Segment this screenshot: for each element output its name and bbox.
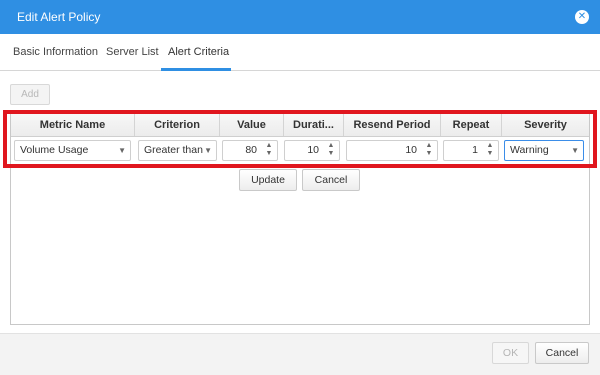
spinner-arrows-icon[interactable]: ▲ ▼	[326, 142, 336, 158]
value-stepper[interactable]: 80 ▲ ▼	[222, 140, 278, 161]
duration-field: 10	[307, 144, 319, 156]
criterion-select[interactable]: Greater than ▼	[138, 140, 217, 161]
chevron-down-icon: ▼	[204, 146, 212, 155]
severity-value: Warning	[510, 144, 549, 156]
column-header-value[interactable]: Value	[220, 114, 284, 136]
metric-name-value: Volume Usage	[20, 144, 89, 156]
spinner-arrows-icon[interactable]: ▲ ▼	[485, 142, 495, 158]
criterion-value: Greater than	[144, 144, 203, 156]
spinner-arrows-icon[interactable]: ▲ ▼	[264, 142, 274, 158]
duration-stepper[interactable]: 10 ▲ ▼	[284, 140, 340, 161]
severity-select[interactable]: Warning ▼	[504, 140, 584, 161]
column-header-severity[interactable]: Severity	[502, 114, 589, 136]
spinner-arrows-icon[interactable]: ▲ ▼	[424, 142, 434, 158]
chevron-down-icon: ▼	[571, 146, 579, 155]
add-button[interactable]: Add	[10, 84, 50, 105]
repeat-stepper[interactable]: 1 ▲ ▼	[443, 140, 499, 161]
dialog-title: Edit Alert Policy	[17, 10, 101, 24]
column-header-metric-name[interactable]: Metric Name	[11, 114, 135, 136]
tab-alert-criteria[interactable]: Alert Criteria	[168, 46, 229, 58]
tab-bar: Basic Information Server List Alert Crit…	[0, 34, 600, 71]
tab-server-list[interactable]: Server List	[106, 46, 159, 58]
value-field: 80	[245, 144, 257, 156]
tab-basic-information[interactable]: Basic Information	[13, 46, 98, 58]
column-header-duration[interactable]: Durati...	[284, 114, 344, 136]
criteria-grid: Metric Name Criterion Value Durati... Re…	[10, 113, 590, 325]
row-cancel-button[interactable]: Cancel	[302, 169, 360, 191]
resend-period-field: 10	[405, 144, 417, 156]
active-tab-indicator	[161, 68, 231, 71]
column-header-criterion[interactable]: Criterion	[135, 114, 220, 136]
dialog-titlebar: Edit Alert Policy ✕	[0, 0, 600, 34]
column-header-repeat[interactable]: Repeat	[441, 114, 502, 136]
chevron-down-icon: ▼	[118, 146, 126, 155]
ok-button[interactable]: OK	[492, 342, 529, 364]
column-header-resend-period[interactable]: Resend Period	[344, 114, 441, 136]
metric-name-select[interactable]: Volume Usage ▼	[14, 140, 131, 161]
repeat-field: 1	[472, 144, 478, 156]
cancel-button[interactable]: Cancel	[535, 342, 589, 364]
dialog-footer: OK Cancel	[0, 333, 600, 375]
grid-header: Metric Name Criterion Value Durati... Re…	[11, 114, 589, 137]
resend-period-stepper[interactable]: 10 ▲ ▼	[346, 140, 438, 161]
close-icon[interactable]: ✕	[575, 10, 589, 24]
update-button[interactable]: Update	[239, 169, 297, 191]
